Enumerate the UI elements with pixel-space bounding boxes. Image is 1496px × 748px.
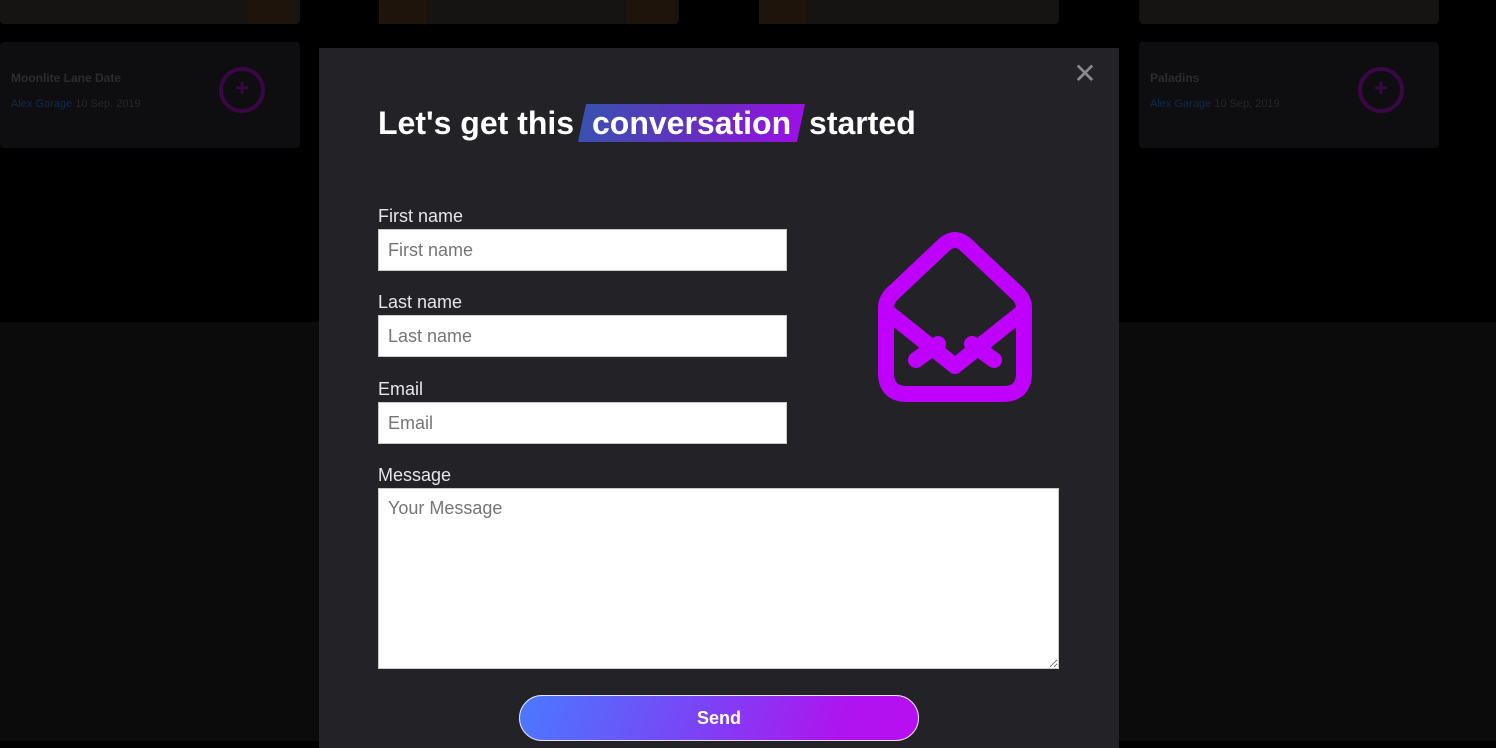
- backdrop-card-meta: Alex Garage 10 Sep, 2019: [1150, 98, 1280, 110]
- backdrop-card-date: 10 Sep, 2019: [75, 98, 141, 110]
- heading-text-after: started: [809, 105, 916, 141]
- backdrop-card-title: Moonlite Lane Date: [11, 71, 122, 85]
- backdrop-card-date: 10 Sep, 2019: [1214, 98, 1280, 110]
- message-label: Message: [378, 465, 452, 485]
- backdrop-card: Moonlite Lane Date Alex Garage 10 Sep, 2…: [0, 42, 300, 148]
- backdrop-strip: [379, 0, 679, 24]
- backdrop-strip: [759, 0, 1059, 24]
- first-name-label: First name: [378, 206, 464, 226]
- backdrop-card-meta: Alex Garage 10 Sep, 2019: [11, 98, 141, 110]
- backdrop-card-author: Alex Garage: [11, 98, 73, 110]
- modal-heading: Let's get this conversation started: [378, 104, 916, 142]
- open-envelope-icon: [878, 232, 1032, 402]
- contact-modal: ✕ Let's get this conversation started Fi…: [319, 48, 1119, 748]
- message-field[interactable]: [378, 488, 1059, 669]
- heading-highlight-text: conversation: [591, 105, 792, 141]
- backdrop-card-title: Paladins: [1150, 71, 1200, 85]
- last-name-field[interactable]: [378, 315, 787, 357]
- email-label: Email: [378, 379, 424, 399]
- heading-text-before: Let's get this: [378, 105, 575, 141]
- backdrop-card-author: Alex Garage: [1150, 98, 1212, 110]
- plus-icon: +: [219, 67, 265, 113]
- close-icon[interactable]: ✕: [1073, 60, 1097, 88]
- backdrop-card: Paladins Alex Garage 10 Sep, 2019 +: [1139, 42, 1439, 148]
- backdrop-strip: [1139, 0, 1439, 24]
- backdrop-strip: [0, 0, 300, 24]
- last-name-label: Last name: [378, 292, 463, 312]
- heading-highlight: conversation: [582, 104, 801, 142]
- send-button[interactable]: Send: [519, 695, 919, 741]
- email-field[interactable]: [378, 402, 787, 444]
- first-name-field[interactable]: [378, 229, 787, 271]
- plus-icon: +: [1358, 67, 1404, 113]
